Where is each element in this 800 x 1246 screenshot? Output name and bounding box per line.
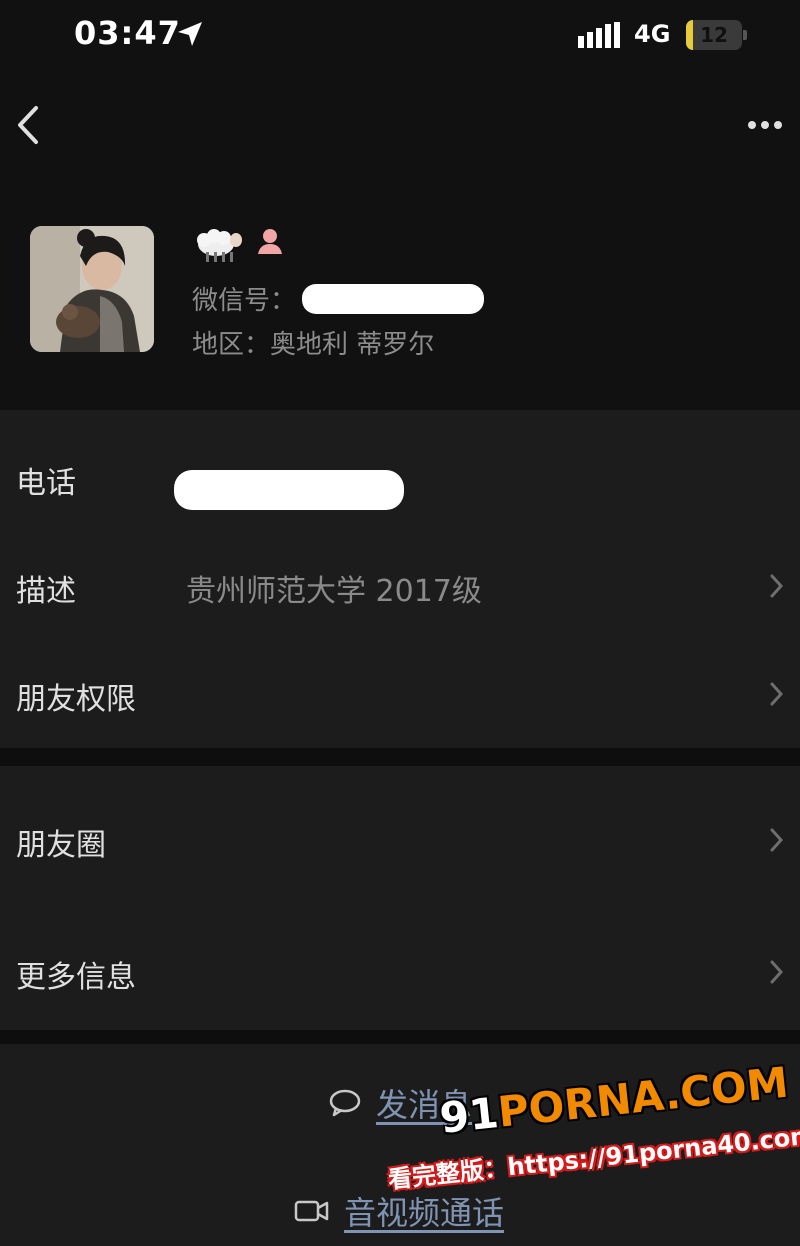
description-row[interactable]: 描述 贵州师范大学 2017级 <box>0 532 800 640</box>
section-divider <box>0 748 800 766</box>
nav-header <box>0 70 800 180</box>
watermark-digits: 91 <box>437 1088 501 1143</box>
status-bar: 03:47 4G 12 <box>0 0 800 70</box>
chevron-right-icon <box>770 574 784 598</box>
section-divider <box>0 1030 800 1044</box>
battery-icon: 12 <box>686 20 742 50</box>
region-text: 地区：奥地利 蒂罗尔 <box>192 330 435 360</box>
more-info-label: 更多信息 <box>16 960 136 995</box>
profile-card: 微信号： 地区：奥地利 蒂罗尔 <box>0 180 800 410</box>
more-info-row[interactable]: 更多信息 <box>0 918 800 1026</box>
status-time: 03:47 <box>74 14 181 52</box>
chevron-right-icon <box>770 828 784 852</box>
description-value: 贵州师范大学 2017级 <box>186 574 482 609</box>
phone-row[interactable]: 电话 <box>0 424 800 532</box>
location-arrow-icon <box>178 22 202 46</box>
video-call-label: 音视频通话 <box>344 1194 505 1232</box>
nickname-emoji-icons <box>197 229 282 262</box>
signal-icon <box>578 22 620 48</box>
moments-row[interactable]: 朋友圈 <box>0 786 800 894</box>
video-camera-icon <box>294 1200 329 1222</box>
battery-level: 12 <box>700 23 728 47</box>
moments-label: 朋友圈 <box>16 828 106 863</box>
phone-label: 电话 <box>16 466 76 501</box>
person-icon <box>258 229 282 254</box>
moments-section: 朋友圈 更多信息 <box>0 766 800 1030</box>
battery-nub <box>743 30 747 40</box>
avatar[interactable] <box>30 226 154 352</box>
back-button[interactable] <box>8 100 48 150</box>
chat-bubble-icon <box>329 1089 361 1117</box>
chevron-right-icon <box>770 960 784 984</box>
redacted-phone-number <box>174 470 404 510</box>
chevron-right-icon <box>770 682 784 706</box>
video-call-button[interactable]: 音视频通话 <box>294 1188 504 1234</box>
network-type: 4G <box>634 20 671 48</box>
friend-permission-label: 朋友权限 <box>16 682 136 717</box>
more-options-button[interactable] <box>740 110 790 140</box>
description-label: 描述 <box>16 574 76 609</box>
redacted-wechat-id <box>302 284 484 314</box>
wechat-id-label: 微信号： <box>192 286 297 316</box>
info-section: 电话 描述 贵州师范大学 2017级 朋友权限 <box>0 410 800 748</box>
friend-permission-row[interactable]: 朋友权限 <box>0 640 800 748</box>
sheep-emoji <box>197 229 242 262</box>
